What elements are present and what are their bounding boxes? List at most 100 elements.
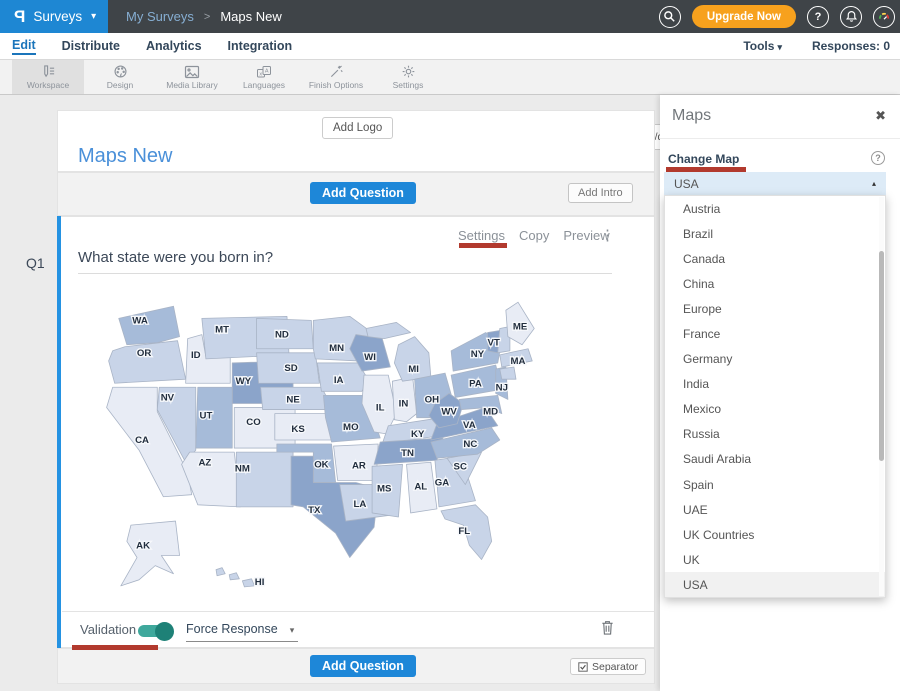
add-logo-button[interactable]: Add Logo <box>322 117 393 139</box>
trash-icon <box>600 619 615 636</box>
state-ak[interactable] <box>121 521 180 586</box>
languages-icon: xA <box>256 65 272 79</box>
toolbar-item-finish-options[interactable]: Finish Options <box>300 60 372 94</box>
survey-nav-tabs: Edit Distribute Analytics Integration <box>12 33 292 59</box>
delete-question-button[interactable] <box>600 619 615 641</box>
settings-icon <box>401 64 416 79</box>
state-label-mi: MI <box>408 364 419 375</box>
survey-title[interactable]: Maps New <box>78 145 172 168</box>
validation-toggle[interactable] <box>138 625 171 637</box>
state-label-wy: WY <box>236 376 252 387</box>
state-label-ak: AK <box>136 540 150 551</box>
map-option-canada[interactable]: Canada <box>665 246 885 271</box>
chevron-down-icon: ▾ <box>91 11 96 22</box>
state-label-co: CO <box>246 417 261 428</box>
tab-distribute[interactable]: Distribute <box>62 39 120 53</box>
state-nm[interactable] <box>236 452 293 507</box>
state-hi[interactable] <box>216 568 255 587</box>
tools-menu[interactable]: Tools▾ <box>743 39 782 53</box>
state-label-ia: IA <box>334 375 344 386</box>
chevron-down-icon: ▾ <box>777 42 782 52</box>
top-bar: P Surveys ▾ My Surveys>Maps New Upgrade … <box>0 0 900 33</box>
state-label-md: MD <box>483 407 498 418</box>
state-label-ok: OK <box>314 459 328 470</box>
map-option-china[interactable]: China <box>665 271 885 296</box>
state-label-ms: MS <box>377 484 392 495</box>
add-question-button-bottom[interactable]: Add Question <box>310 655 416 677</box>
state-label-ma: MA <box>511 356 526 367</box>
state-label-wv: WV <box>441 407 457 418</box>
map-option-austria[interactable]: Austria <box>665 196 885 221</box>
account-menu-button[interactable] <box>873 6 895 28</box>
map-option-india[interactable]: India <box>665 372 885 397</box>
question-more-menu[interactable]: ⋮ <box>600 226 615 244</box>
toolbar-item-media-library[interactable]: Media Library <box>156 60 228 94</box>
map-option-germany[interactable]: Germany <box>665 347 885 372</box>
map-option-uk[interactable]: UK <box>665 547 885 572</box>
state-label-ks: KS <box>291 424 305 435</box>
tab-edit[interactable]: Edit <box>12 38 36 55</box>
notifications-button[interactable] <box>840 6 862 28</box>
gauge-avatar-icon <box>877 10 891 24</box>
state-label-mo: MO <box>343 422 359 433</box>
map-option-spain[interactable]: Spain <box>665 472 885 497</box>
add-question-button-top[interactable]: Add Question <box>310 182 416 204</box>
question-action-settings[interactable]: Settings <box>458 228 505 243</box>
map-option-russia[interactable]: Russia <box>665 422 885 447</box>
state-label-mt: MT <box>215 325 229 336</box>
svg-text:x: x <box>259 71 262 77</box>
map-option-mexico[interactable]: Mexico <box>665 397 885 422</box>
tab-integration[interactable]: Integration <box>228 39 293 53</box>
change-map-help-button[interactable]: ? <box>871 151 885 165</box>
map-option-europe[interactable]: Europe <box>665 296 885 321</box>
responses-count[interactable]: Responses: 0 <box>812 39 890 53</box>
usa-map[interactable]: WAORCANVIDMTWYUTCOAZNMNDSDNEKSOKTXMNIAMO… <box>96 290 558 594</box>
toolbar-item-workspace[interactable]: Workspace <box>12 60 84 94</box>
question-action-copy[interactable]: Copy <box>519 228 549 243</box>
tab-analytics[interactable]: Analytics <box>146 39 202 53</box>
bell-icon <box>845 10 858 23</box>
toolbar-item-label: Media Library <box>166 80 218 90</box>
state-label-vt: VT <box>488 338 500 349</box>
question-active-indicator <box>57 216 61 648</box>
state-label-nc: NC <box>463 439 477 450</box>
toolbar-item-settings[interactable]: Settings <box>372 60 444 94</box>
map-select[interactable]: USA ▴ <box>664 172 886 195</box>
state-label-fl: FL <box>458 526 470 537</box>
question-text[interactable]: What state were you born in? <box>78 249 612 274</box>
map-option-usa[interactable]: USA <box>665 572 885 597</box>
search-button[interactable] <box>659 6 681 28</box>
state-label-wa: WA <box>132 315 148 326</box>
toolbar-item-languages[interactable]: xALanguages <box>228 60 300 94</box>
map-option-saudi-arabia[interactable]: Saudi Arabia <box>665 447 885 472</box>
map-option-uk-countries[interactable]: UK Countries <box>665 522 885 547</box>
map-option-france[interactable]: France <box>665 321 885 346</box>
help-button[interactable]: ? <box>807 6 829 28</box>
toggle-knob <box>155 622 174 641</box>
toolbar-item-label: Design <box>107 80 133 90</box>
map-option-brazil[interactable]: Brazil <box>665 221 885 246</box>
dropdown-scrollbar[interactable] <box>879 251 884 461</box>
toolbar-item-design[interactable]: Design <box>84 60 156 94</box>
upgrade-button[interactable]: Upgrade Now <box>692 5 796 28</box>
product-switcher[interactable]: P Surveys ▾ <box>0 0 108 33</box>
state-label-nj: NJ <box>496 382 508 393</box>
state-label-ar: AR <box>352 460 366 471</box>
state-wa[interactable] <box>119 306 180 345</box>
svg-text:A: A <box>265 68 269 74</box>
state-ct[interactable] <box>500 367 516 379</box>
force-response-dropdown[interactable]: Force Response▾ <box>186 622 298 642</box>
map-option-uae[interactable]: UAE <box>665 497 885 522</box>
breadcrumb-item-my-surveys[interactable]: My Surveys <box>126 9 194 24</box>
state-label-ut: UT <box>200 411 213 422</box>
close-panel-button[interactable]: ✖ <box>875 108 886 124</box>
chevron-up-icon: ▴ <box>872 179 876 188</box>
state-label-oh: OH <box>425 394 439 405</box>
toolbar-item-label: Settings <box>393 80 424 90</box>
survey-nav: Edit Distribute Analytics Integration Tools… <box>0 33 900 60</box>
add-intro-button[interactable]: Add Intro <box>568 183 633 203</box>
question-actions: SettingsCopyPreview <box>458 228 610 243</box>
separator-button[interactable]: Separator <box>570 658 646 675</box>
state-label-me: ME <box>513 322 528 333</box>
panel-title: Maps <box>672 107 711 125</box>
